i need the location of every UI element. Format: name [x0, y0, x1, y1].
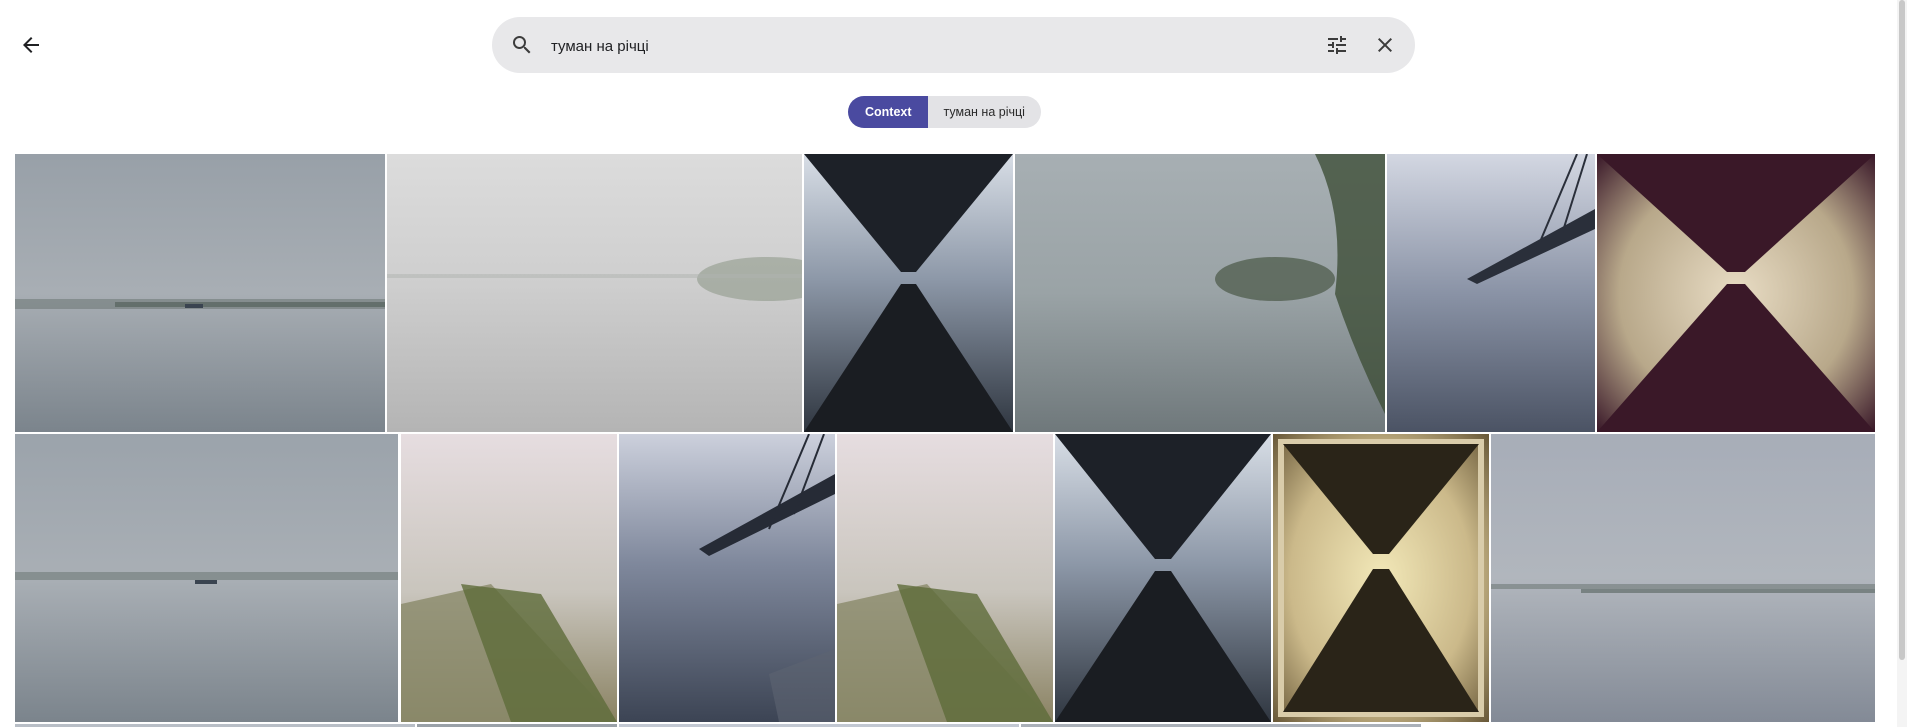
chip-context[interactable]: Context [848, 96, 928, 128]
arrow-back-icon [23, 37, 39, 53]
back-button[interactable] [14, 28, 48, 62]
result-image[interactable] [804, 154, 1013, 432]
tune-icon[interactable] [1325, 33, 1349, 57]
result-image[interactable] [1597, 154, 1875, 432]
result-image[interactable] [837, 434, 1053, 722]
context-chips: Context туман на річці [848, 96, 1041, 128]
search-icon [513, 36, 531, 54]
scrollbar-thumb[interactable] [1899, 0, 1905, 660]
result-image[interactable] [401, 434, 617, 722]
close-icon[interactable] [1373, 33, 1397, 57]
scrollbar[interactable] [1897, 0, 1907, 727]
search-input[interactable] [549, 29, 1253, 63]
result-image[interactable] [1387, 154, 1595, 432]
result-image[interactable] [15, 154, 385, 432]
result-image[interactable] [387, 154, 802, 432]
result-image[interactable] [1015, 154, 1385, 432]
result-image[interactable] [619, 434, 835, 722]
chip-query[interactable]: туман на річці [927, 96, 1041, 128]
search-bar [492, 17, 1415, 73]
result-image[interactable] [15, 434, 398, 722]
result-image[interactable] [1055, 434, 1271, 722]
result-image[interactable] [1491, 434, 1875, 722]
result-image[interactable] [1273, 434, 1489, 722]
